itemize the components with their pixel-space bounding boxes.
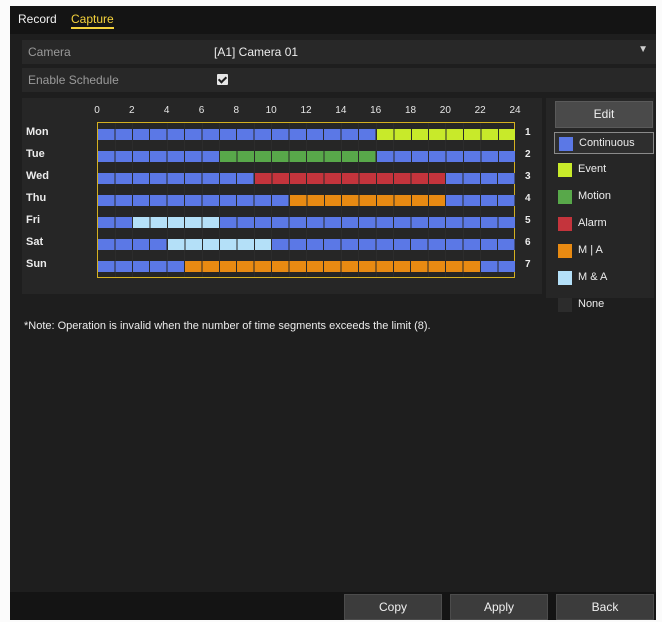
day-label-tue: Tue	[26, 148, 45, 160]
day-number: 1	[525, 127, 531, 138]
schedule-segment-continuous[interactable]	[98, 261, 185, 272]
schedule-segment-continuous[interactable]	[272, 239, 515, 250]
day-label-fri: Fri	[26, 214, 41, 226]
hour-label: 2	[129, 105, 135, 116]
active-tab-underline	[71, 27, 114, 29]
schedule-segment-continuous[interactable]	[446, 173, 515, 184]
schedule-segment-continuous[interactable]	[219, 217, 515, 228]
hour-label: 22	[474, 105, 486, 116]
hour-label: 10	[265, 105, 277, 116]
legend-swatch	[558, 298, 572, 312]
legend-manda[interactable]: M & A	[554, 267, 654, 289]
copy-button[interactable]: Copy	[344, 594, 442, 620]
legend-motion[interactable]: Motion	[554, 186, 654, 208]
day-number: 6	[525, 237, 531, 248]
tab-bar: Record Capture	[10, 6, 656, 34]
schedule-segment-continuous[interactable]	[446, 195, 515, 206]
camera-select[interactable]: Camera [A1] Camera 01 ▼	[22, 40, 656, 64]
legend-swatch	[558, 217, 572, 231]
note-text: *Note: Operation is invalid when the num…	[24, 320, 431, 332]
day-number: 4	[525, 193, 531, 204]
hour-label: 12	[300, 105, 312, 116]
legend-label: Motion	[578, 190, 612, 202]
schedule-segment-alarm[interactable]	[254, 173, 446, 184]
edit-button[interactable]: Edit	[555, 101, 653, 128]
hour-label: 8	[233, 105, 240, 116]
schedule-segment-continuous[interactable]	[98, 173, 254, 184]
day-schedule-bar-mon[interactable]	[98, 129, 515, 140]
hour-label: 18	[404, 105, 417, 116]
back-button[interactable]: Back	[556, 594, 654, 620]
day-label-sun: Sun	[26, 258, 47, 270]
day-schedule-bar-fri[interactable]	[98, 217, 515, 228]
legend-label: M & A	[578, 271, 608, 283]
schedule-timeline[interactable]	[97, 122, 515, 278]
day-schedule-bar-tue[interactable]	[98, 151, 515, 162]
hour-label: 4	[163, 105, 170, 116]
legend-continuous[interactable]: Continuous	[554, 132, 654, 154]
hour-label: 6	[198, 105, 205, 116]
legend-label: Alarm	[578, 217, 607, 229]
apply-button[interactable]: Apply	[450, 594, 548, 620]
hour-label: 16	[370, 105, 382, 116]
schedule-segment-continuous[interactable]	[98, 217, 132, 228]
day-number: 2	[525, 149, 531, 160]
day-label-thu: Thu	[26, 192, 47, 204]
day-number: 3	[525, 171, 531, 182]
schedule-segment-mia[interactable]	[185, 261, 481, 272]
day-label-sat: Sat	[26, 236, 44, 248]
schedule-segment-continuous[interactable]	[98, 239, 167, 250]
hour-label: 20	[439, 105, 451, 116]
schedule-segment-continuous[interactable]	[481, 261, 515, 272]
day-number: 5	[525, 215, 531, 226]
schedule-segment-motion[interactable]	[219, 151, 376, 162]
camera-label: Camera	[28, 45, 71, 59]
legend-label: Continuous	[579, 137, 635, 149]
legend-swatch	[559, 137, 573, 151]
legend-label: None	[578, 298, 605, 310]
enable-schedule-label: Enable Schedule	[28, 73, 119, 87]
day-schedule-bar-wed[interactable]	[98, 173, 515, 184]
legend-label: Event	[578, 163, 607, 175]
legend-swatch	[558, 271, 572, 285]
capture-settings-panel: Record Capture Camera [A1] Camera 01 ▼ E…	[10, 6, 656, 620]
day-schedule-bar-sun[interactable]	[98, 261, 515, 272]
hour-label: 0	[94, 105, 100, 116]
camera-value: [A1] Camera 01	[214, 45, 299, 59]
schedule-grid-panel: 0 2 4 6 8 10 12 14 16 18 20 22 24 Mon 1 Tue 2 Wed 3 Thu 4 Fr…	[22, 98, 542, 294]
legend-none[interactable]: None	[554, 294, 654, 316]
legend-event[interactable]: Event	[554, 159, 654, 181]
chevron-down-icon: ▼	[638, 44, 648, 55]
legend-swatch	[558, 163, 572, 177]
enable-schedule-checkbox[interactable]	[217, 74, 228, 85]
day-label-wed: Wed	[26, 170, 50, 182]
day-number: 7	[525, 259, 531, 270]
legend-swatch	[558, 244, 572, 258]
schedule-segment-continuous[interactable]	[98, 129, 376, 140]
hour-label: 14	[335, 105, 347, 116]
schedule-segment-continuous[interactable]	[98, 151, 219, 162]
legend-alarm[interactable]: Alarm	[554, 213, 654, 235]
schedule-segment-manda[interactable]	[132, 217, 219, 228]
schedule-segment-mia[interactable]	[289, 195, 446, 206]
tab-record[interactable]: Record	[18, 12, 57, 26]
schedule-segment-manda[interactable]	[167, 239, 272, 250]
tab-capture[interactable]: Capture	[71, 12, 114, 29]
schedule-segment-event[interactable]	[376, 129, 515, 140]
schedule-segment-continuous[interactable]	[98, 195, 289, 206]
legend-mia[interactable]: M | A	[554, 240, 654, 262]
day-schedule-bar-sat[interactable]	[98, 239, 515, 250]
hour-label: 24	[509, 105, 521, 116]
legend-swatch	[558, 190, 572, 204]
enable-schedule-row: Enable Schedule	[22, 68, 656, 92]
schedule-segment-continuous[interactable]	[376, 151, 515, 162]
day-schedule-bar-thu[interactable]	[98, 195, 515, 206]
legend-label: M | A	[578, 244, 603, 256]
day-label-mon: Mon	[26, 126, 49, 138]
